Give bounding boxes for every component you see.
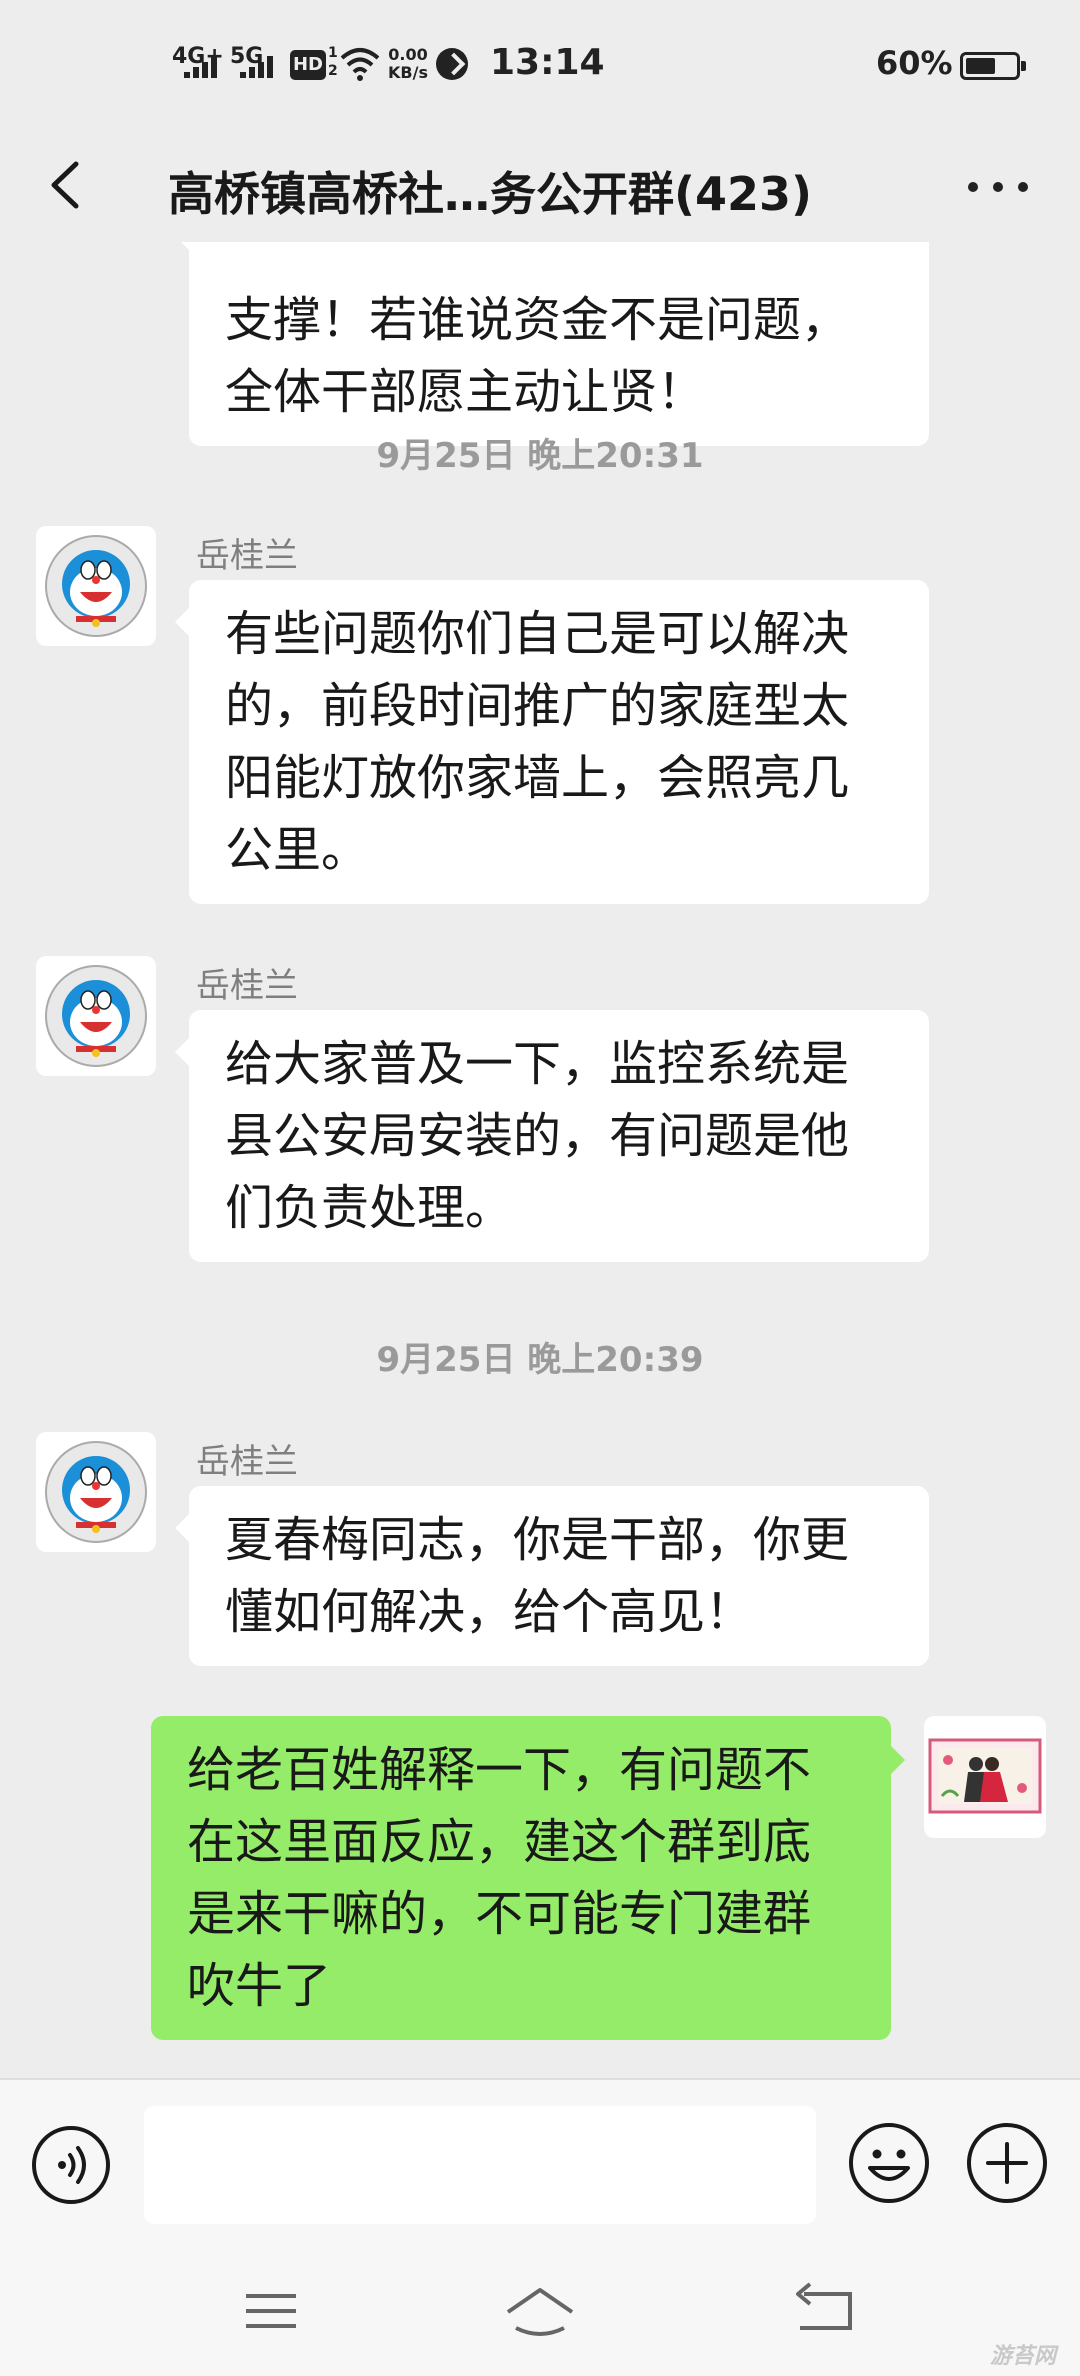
more-dots-icon[interactable] bbox=[960, 160, 1040, 210]
chat-header: 高桥镇高桥社…务公开群(423) bbox=[0, 130, 1080, 242]
page-title: 高桥镇高桥社…务公开群(423) bbox=[168, 167, 813, 221]
app-notification-icon bbox=[436, 48, 468, 80]
watermark: 游苔网 bbox=[989, 2344, 1056, 2369]
message-timestamp: 9月25日 晚上20:31 bbox=[376, 436, 704, 476]
message-bubble[interactable]: 夏春梅同志，你是干部，你更懂如何解决，给个高见！ bbox=[175, 1486, 929, 1666]
message-text: 支撑！若谁说资金不是问题， 全体干部愿主动让贤！ bbox=[225, 292, 850, 420]
chevron-left-icon[interactable] bbox=[38, 150, 98, 220]
sender-name: 岳桂兰 bbox=[196, 536, 298, 576]
avatar[interactable] bbox=[36, 1432, 156, 1552]
clock: 13:14 bbox=[490, 42, 605, 83]
message-timestamp: 9月25日 晚上20:39 bbox=[376, 1340, 704, 1380]
message-text: 夏春梅同志，你是干部，你更懂如何解决，给个高见！ bbox=[225, 1512, 850, 1640]
doraemon-avatar-image bbox=[45, 1441, 147, 1543]
message-input[interactable] bbox=[144, 2106, 816, 2224]
emoji-icon[interactable] bbox=[846, 2120, 932, 2206]
home-icon[interactable] bbox=[490, 2276, 590, 2346]
menu-icon[interactable] bbox=[222, 2276, 322, 2346]
avatar[interactable] bbox=[36, 526, 156, 646]
plus-icon[interactable] bbox=[964, 2120, 1050, 2206]
avatar[interactable] bbox=[36, 956, 156, 1076]
hd-sub-label: 1 2 bbox=[328, 45, 338, 79]
network-speed: 0.00 KB/s bbox=[388, 45, 428, 82]
my-avatar[interactable] bbox=[924, 1716, 1046, 1838]
input-bar bbox=[0, 2078, 1080, 2248]
signal-icon-2 bbox=[240, 56, 276, 78]
status-bar: 4G+ 5G HD 1 2 0.00 KB/s 13:14 60% bbox=[0, 0, 1080, 130]
doraemon-avatar-image bbox=[45, 965, 147, 1067]
sender-name: 岳桂兰 bbox=[196, 966, 298, 1006]
sender-name: 岳桂兰 bbox=[196, 1442, 298, 1482]
system-navigation-bar: 游苔网 bbox=[0, 2248, 1080, 2376]
doraemon-avatar-image bbox=[45, 535, 147, 637]
wedding-photo-avatar-image bbox=[928, 1738, 1042, 1814]
message-text: 给大家普及一下，监控系统是县公安局安装的，有问题是他们负责处理。 bbox=[225, 1036, 850, 1236]
message-list: 支撑！若谁说资金不是问题， 全体干部愿主动让贤！ 9月25日 晚上20:31 岳… bbox=[0, 242, 1080, 2078]
battery-percent: 60% bbox=[876, 44, 953, 82]
hd-voice-badge: HD bbox=[290, 50, 326, 80]
back-icon[interactable] bbox=[774, 2276, 874, 2346]
message-bubble[interactable]: 支撑！若谁说资金不是问题， 全体干部愿主动让贤！ bbox=[175, 242, 929, 446]
wifi-icon bbox=[340, 48, 380, 81]
signal-icon-1 bbox=[184, 56, 220, 78]
my-message-bubble[interactable]: 给老百姓解释一下，有问题不在这里面反应，建这个群到底是来干嘛的，不可能专门建群吹… bbox=[151, 1716, 905, 2040]
battery-icon bbox=[960, 52, 1026, 80]
battery-level bbox=[966, 58, 995, 74]
voice-icon[interactable] bbox=[30, 2124, 112, 2206]
message-bubble[interactable]: 给大家普及一下，监控系统是县公安局安装的，有问题是他们负责处理。 bbox=[175, 1010, 929, 1262]
message-text: 给老百姓解释一下，有问题不在这里面反应，建这个群到底是来干嘛的，不可能专门建群吹… bbox=[187, 1742, 812, 2014]
message-text: 有些问题你们自己是可以解决的，前段时间推广的家庭型太阳能灯放你家墙上，会照亮几公… bbox=[225, 606, 850, 878]
message-bubble[interactable]: 有些问题你们自己是可以解决的，前段时间推广的家庭型太阳能灯放你家墙上，会照亮几公… bbox=[175, 580, 929, 904]
